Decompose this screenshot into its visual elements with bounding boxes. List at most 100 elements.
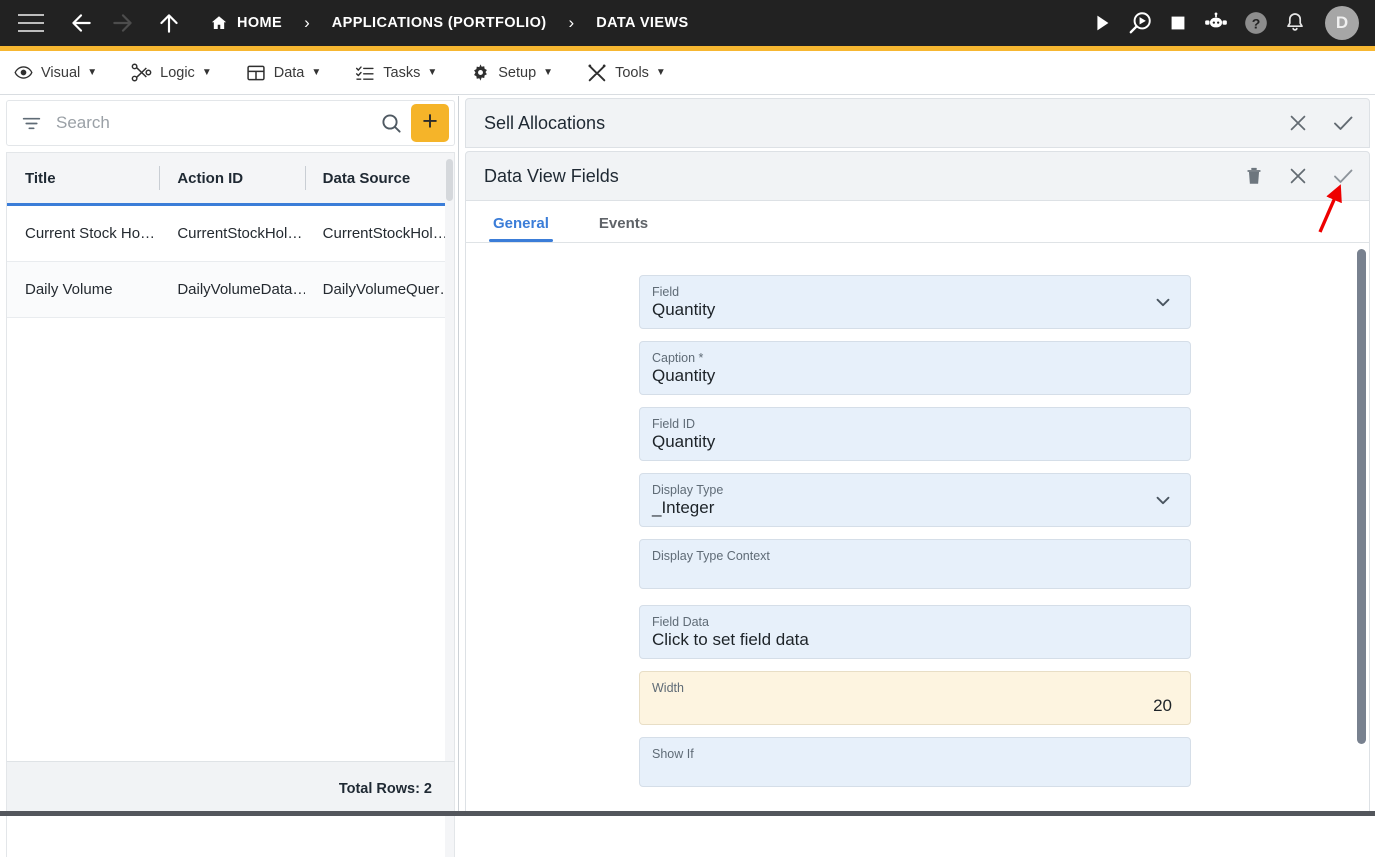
- menu-label-visual: Visual: [41, 65, 80, 81]
- field-display-type[interactable]: Display Type _Integer: [639, 473, 1191, 527]
- menu-item-logic[interactable]: Logic ▼: [131, 51, 212, 95]
- run-icon[interactable]: [1091, 12, 1113, 34]
- chevron-down-icon: ▼: [427, 67, 437, 78]
- column-header-label: Title: [25, 170, 56, 187]
- page-title: Sell Allocations: [484, 113, 605, 134]
- table-row[interactable]: Daily Volume DailyVolumeData… DailyVolum…: [7, 262, 454, 318]
- cell-data-source: DailyVolumeQuer…: [305, 281, 454, 298]
- breadcrumb-separator: ›: [304, 13, 310, 33]
- chevron-down-icon: ▼: [656, 67, 666, 78]
- column-header-label: Data Source: [323, 170, 411, 187]
- field-value: 20: [1153, 696, 1172, 716]
- breadcrumb-label-data-views: DATA VIEWS: [596, 15, 688, 31]
- table-row[interactable]: Current Stock Ho… CurrentStockHol… Curre…: [7, 206, 454, 262]
- menu-label-logic: Logic: [160, 65, 195, 81]
- help-icon[interactable]: ?: [1243, 10, 1269, 36]
- field-label: Field: [652, 285, 679, 299]
- column-header-action-id[interactable]: Action ID: [159, 152, 304, 205]
- field-field[interactable]: Field Quantity: [639, 275, 1191, 329]
- field-field-id[interactable]: Field ID Quantity: [639, 407, 1191, 461]
- confirm-icon[interactable]: [1331, 164, 1355, 188]
- top-navigation-bar: HOME › APPLICATIONS (PORTFOLIO) › DATA V…: [0, 0, 1375, 46]
- data-view-fields-actions: [1243, 164, 1355, 188]
- arrow-up-icon[interactable]: [154, 8, 184, 38]
- sell-allocations-actions: [1287, 111, 1355, 135]
- field-label: Caption *: [652, 351, 703, 365]
- data-views-list-panel: + Title Action ID Data Source Current St…: [0, 96, 459, 816]
- field-label: Show If: [652, 747, 694, 761]
- menu-item-visual[interactable]: Visual ▼: [14, 51, 97, 95]
- search-input[interactable]: [56, 113, 379, 133]
- add-button[interactable]: +: [411, 104, 449, 142]
- breadcrumb-label-applications: APPLICATIONS (PORTFOLIO): [332, 15, 547, 31]
- cell-title: Daily Volume: [7, 281, 159, 298]
- menu-label-tasks: Tasks: [383, 65, 420, 81]
- gear-icon: [471, 63, 490, 82]
- chevron-down-icon: ▼: [202, 67, 212, 78]
- menu-item-tools[interactable]: Tools ▼: [587, 51, 666, 95]
- cell-title: Current Stock Ho…: [7, 225, 159, 242]
- field-value: Quantity: [652, 432, 715, 452]
- tasks-icon: [355, 63, 375, 83]
- menu-label-data: Data: [274, 65, 305, 81]
- menu-item-setup[interactable]: Setup ▼: [471, 51, 553, 95]
- column-header-label: Action ID: [177, 170, 243, 187]
- column-header-data-source[interactable]: Data Source: [305, 152, 454, 205]
- field-label: Display Type Context: [652, 549, 770, 563]
- tab-events[interactable]: Events: [595, 215, 652, 242]
- tab-bar: General Events: [465, 201, 1370, 243]
- chevron-down-icon[interactable]: [1152, 489, 1174, 511]
- table-icon: [246, 63, 266, 83]
- field-show-if[interactable]: Show If: [639, 737, 1191, 787]
- search-icon[interactable]: [379, 111, 403, 135]
- breadcrumb-item-applications[interactable]: APPLICATIONS (PORTFOLIO): [332, 15, 547, 31]
- home-icon: [210, 14, 228, 32]
- scrollbar-thumb[interactable]: [1357, 249, 1366, 744]
- field-label: Width: [652, 681, 684, 695]
- field-value: Click to set field data: [652, 630, 809, 650]
- field-display-type-context[interactable]: Display Type Context: [639, 539, 1191, 589]
- arrow-left-icon[interactable]: [66, 8, 96, 38]
- chevron-down-icon: ▼: [87, 67, 97, 78]
- form-scrollbar[interactable]: [1355, 243, 1369, 814]
- confirm-icon[interactable]: [1331, 111, 1355, 135]
- section-title: Data View Fields: [484, 166, 619, 187]
- column-header-title[interactable]: Title: [7, 152, 159, 205]
- chevron-down-icon: ▼: [311, 67, 321, 78]
- arrow-right-icon: [108, 8, 138, 38]
- table-horizontal-scrollbar[interactable]: [445, 153, 454, 857]
- window-bottom-strip: [0, 811, 1375, 816]
- breadcrumb-item-data-views[interactable]: DATA VIEWS: [596, 15, 688, 31]
- field-caption[interactable]: Caption * Quantity: [639, 341, 1191, 395]
- breadcrumb-separator: ›: [569, 13, 575, 33]
- cell-action-id: CurrentStockHol…: [159, 225, 304, 242]
- breadcrumb-item-home[interactable]: HOME: [210, 14, 282, 32]
- data-view-fields-header: Data View Fields: [465, 151, 1370, 201]
- search-bar: +: [6, 100, 455, 146]
- breadcrumb-label-home: HOME: [237, 15, 282, 31]
- hamburger-icon[interactable]: [18, 14, 44, 32]
- scrollbar-thumb[interactable]: [446, 159, 453, 201]
- chatbot-icon[interactable]: [1203, 11, 1229, 35]
- field-label: Display Type: [652, 483, 723, 497]
- stop-icon[interactable]: [1167, 12, 1189, 34]
- field-field-data[interactable]: Field Data Click to set field data: [639, 605, 1191, 659]
- close-icon[interactable]: [1287, 112, 1309, 134]
- field-width[interactable]: Width 20: [639, 671, 1191, 725]
- delete-icon[interactable]: [1243, 165, 1265, 187]
- notifications-icon[interactable]: [1283, 11, 1307, 35]
- logic-icon: [131, 63, 152, 82]
- menu-item-tasks[interactable]: Tasks ▼: [355, 51, 437, 95]
- debug-icon[interactable]: [1127, 10, 1153, 36]
- menu-item-data[interactable]: Data ▼: [246, 51, 322, 95]
- avatar[interactable]: D: [1325, 6, 1359, 40]
- total-rows-label: Total Rows: 2: [339, 781, 432, 797]
- menu-label-setup: Setup: [498, 65, 536, 81]
- chevron-down-icon[interactable]: [1152, 291, 1174, 313]
- field-value: _Integer: [652, 498, 714, 518]
- filter-icon[interactable]: [21, 113, 42, 134]
- close-icon[interactable]: [1287, 165, 1309, 187]
- menu-label-tools: Tools: [615, 65, 649, 81]
- tab-general[interactable]: General: [489, 215, 553, 242]
- sell-allocations-header: Sell Allocations: [465, 98, 1370, 148]
